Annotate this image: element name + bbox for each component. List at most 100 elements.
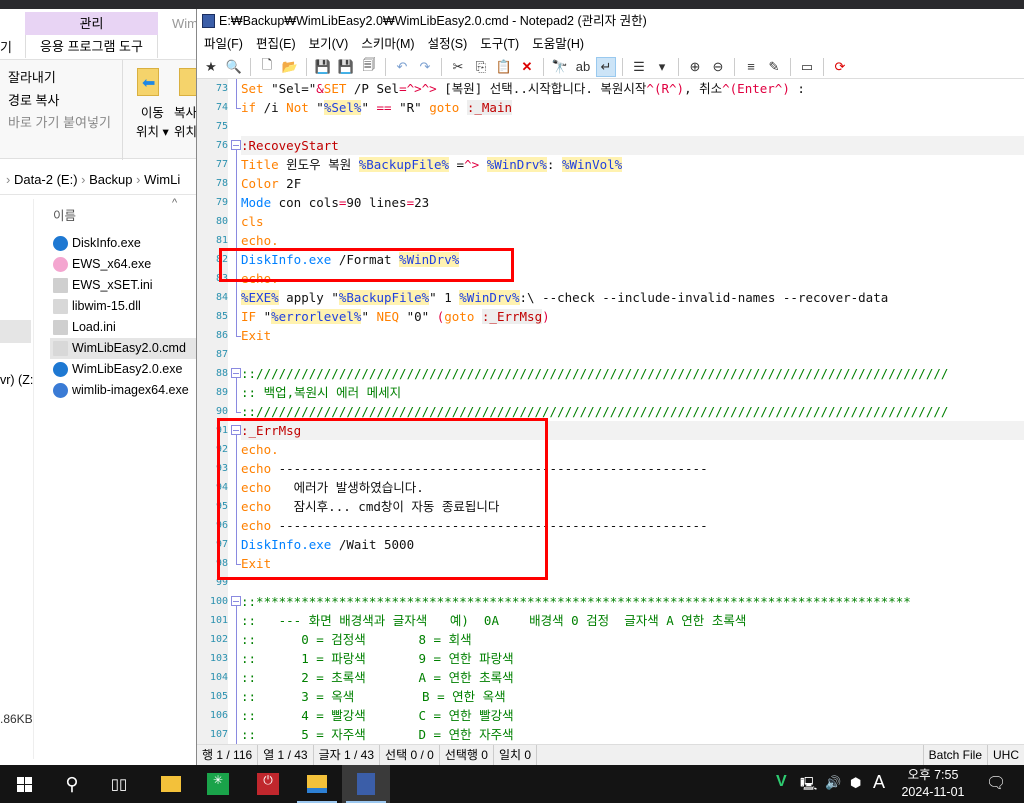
cut-icon[interactable]: ✂ (448, 57, 468, 77)
file-item[interactable]: EWS_xSET.ini (50, 275, 196, 296)
nav-selected-item[interactable] (0, 320, 31, 343)
zoom-out-icon[interactable]: ⊖ (708, 57, 728, 77)
power-app[interactable]: ⏻ (244, 765, 292, 803)
token: IF (241, 309, 257, 324)
code-line: 85 IF "%errorlevel%" NEQ "0" (goto :_ErrM… (197, 307, 1024, 326)
token: "Sel=" (263, 81, 317, 96)
status-bar: 행 1 / 116 열 1 / 43 글자 1 / 43 선택 0 / 0 선택행 0일… (197, 744, 1024, 765)
copy-to-button[interactable]: 복사 위치 (174, 102, 197, 140)
tab-manage[interactable]: 관리 (25, 12, 158, 35)
line-number: 101 (197, 611, 228, 630)
green-app[interactable]: ✳ (194, 765, 242, 803)
file-explorer-taskbar[interactable] (293, 765, 341, 803)
word-wrap-icon[interactable]: ↵ (596, 56, 616, 77)
save-copy-icon[interactable]: 🗐 (359, 57, 379, 77)
menu-7[interactable]: 도움말(H) (525, 33, 590, 55)
menu-6[interactable]: 도구(T) (473, 33, 525, 55)
file-name: EWS_xSET.ini (72, 278, 153, 292)
exit-icon[interactable]: ⟳ (830, 57, 850, 77)
folder-icon (307, 775, 327, 793)
line-number: 107 (197, 725, 228, 744)
console-icon[interactable]: ▭ (797, 57, 817, 77)
notepad2-taskbar[interactable] (342, 765, 390, 803)
save-as-icon[interactable]: 💾 (336, 57, 356, 77)
annotation-box-errmsg (217, 418, 548, 580)
open-icon[interactable]: 📂 (280, 57, 300, 77)
view-list-icon[interactable]: ≡ (741, 57, 761, 77)
token: ) (542, 309, 550, 324)
file-item[interactable]: WimLibEasy2.0.exe (50, 359, 196, 380)
menu-1[interactable]: 파일(F) (197, 33, 249, 55)
code-line: 74 if /i Not "%Sel%" == "R" goto :_Main (197, 98, 1024, 117)
line-number: 77 (197, 155, 228, 174)
file-item[interactable]: EWS_x64.exe (50, 254, 196, 275)
ribbon-tab-partial[interactable]: 기 (0, 37, 12, 56)
ime-indicator[interactable]: A (873, 772, 885, 793)
volume-icon[interactable]: 🔊 (825, 775, 841, 791)
favorites-icon[interactable]: ★ (201, 57, 221, 77)
editor[interactable]: 73 Set "Sel="&SET /P Sel=^>^> [복원] 선택..시작… (197, 79, 1024, 744)
dropdown-icon[interactable]: ▾ (652, 57, 672, 77)
breadcrumb-item[interactable]: WimLi (144, 172, 180, 187)
breadcrumb-item[interactable]: Data-2 (E:) (14, 172, 78, 187)
menu-3[interactable]: 보기(V) (302, 33, 355, 55)
replace-icon[interactable]: ab (573, 57, 593, 77)
notification-icon[interactable]: 🗨 (986, 773, 1006, 793)
delete-icon[interactable]: ✕ (517, 57, 537, 77)
file-item[interactable]: libwim-15.dll (50, 296, 196, 317)
file-item[interactable]: WimLibEasy2.0.cmd (50, 338, 196, 359)
token: apply " (278, 290, 339, 305)
breadcrumb-item[interactable]: Backup (89, 172, 132, 187)
menu-2[interactable]: 편집(E) (249, 33, 302, 55)
clock[interactable]: 오후 7:55 2024-11-01 (900, 767, 966, 801)
line-number: 105 (197, 687, 228, 706)
encoding-indicator[interactable]: UHC (988, 745, 1024, 765)
token: :://////////////////////////////////////… (241, 404, 949, 419)
file-explorer-pinned[interactable] (147, 765, 195, 803)
save-icon[interactable]: 💾 (313, 57, 333, 77)
column-header-name[interactable]: 이름 (53, 205, 76, 224)
kaspersky-tray-icon[interactable]: V (776, 773, 787, 791)
copy-icon[interactable]: ⎘ (471, 57, 491, 77)
code-line: 100::***********************************… (197, 592, 1024, 611)
edit-doc-icon[interactable]: ✎ (764, 57, 784, 77)
new-icon[interactable]: 🗋 (257, 57, 277, 77)
task-view-button[interactable]: ▯▯ (95, 765, 143, 803)
token: 90 lines (346, 195, 407, 210)
search-button[interactable]: ⚲ (48, 765, 96, 803)
start-button[interactable] (0, 765, 48, 803)
token: %BackupFile% (358, 157, 450, 172)
code-line: 77 Title 윈도우 복원 %BackupFile% =^> %WinDrv%… (197, 155, 1024, 174)
menu-4[interactable]: 스키마(M) (354, 33, 420, 55)
file-item[interactable]: Load.ini (50, 317, 196, 338)
token: = (406, 195, 415, 210)
scheme-icon[interactable]: ☰ (629, 57, 649, 77)
code-line: 107:: 5 = 자주색 D = 연한 자주색 (197, 725, 1024, 744)
file-item[interactable]: DiskInfo.exe (50, 233, 196, 254)
line-number: 88 (197, 364, 228, 383)
cut-button[interactable]: 잘라내기 (8, 67, 56, 86)
open-favorites-icon[interactable]: 🔍 (224, 57, 244, 77)
redo-icon[interactable]: ↷ (415, 57, 435, 77)
network-icon[interactable]: 🖳 (800, 775, 817, 797)
menu-5[interactable]: 설정(S) (421, 33, 474, 55)
paste-icon[interactable]: 📋 (494, 57, 514, 77)
token: [복원] 선택..시작합니다. 복원시작 (436, 81, 647, 96)
line-number: 100 (197, 592, 228, 611)
virtualbox-tray-icon[interactable]: ⬢ (850, 775, 861, 791)
line-number: 87 (197, 345, 228, 364)
paste-shortcut-button[interactable]: 바로 가기 붙여넣기 (8, 112, 111, 131)
code-line: 103:: 1 = 파랑색 9 = 연한 파랑색 (197, 649, 1024, 668)
move-to-button[interactable]: 이동 위치 ▾ (136, 102, 169, 140)
code-text: :://////////////////////////////////////… (241, 364, 1024, 383)
copy-path-button[interactable]: 경로 복사 (8, 90, 59, 109)
file-item[interactable]: wimlib-imagex64.exe (50, 380, 196, 401)
find-icon[interactable]: 🔭 (550, 57, 570, 77)
nav-drive-item[interactable]: vr) (Z: (0, 373, 33, 387)
toolbar-separator (441, 57, 442, 76)
undo-icon[interactable]: ↶ (392, 57, 412, 77)
zoom-in-icon[interactable]: ⊕ (685, 57, 705, 77)
scheme-indicator[interactable]: Batch File (924, 745, 988, 765)
breadcrumb[interactable]: › Data-2 (E:) › Backup › WimLi (0, 165, 200, 195)
tab-app-tools[interactable]: 응용 프로그램 도구 (25, 35, 158, 58)
